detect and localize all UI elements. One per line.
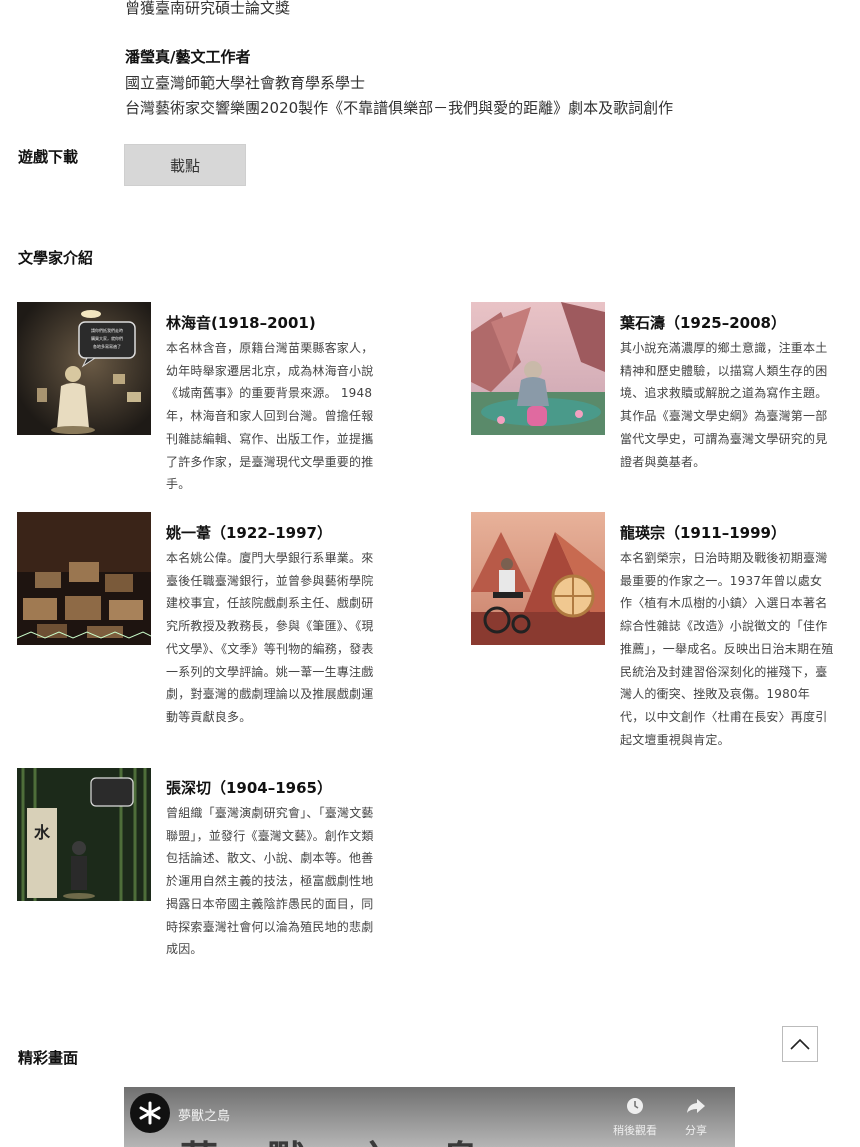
author-description: 本名林含音，原籍台灣苗栗縣客家人，幼年時舉家遷居北京，成為林海音小說《城南舊事》… xyxy=(166,341,374,492)
author-thumb-lin-haiyin: 請你們抵我們走時 購買大家，就你們 各地多寫寫遍了 xyxy=(17,302,151,435)
svg-text:請你們抵我們走時: 請你們抵我們走時 xyxy=(91,327,123,333)
video-title[interactable]: 夢獸之島 xyxy=(178,1105,230,1124)
share-label: 分享 xyxy=(685,1124,707,1137)
author-thumb-yao-yiwei xyxy=(17,512,151,645)
share-icon xyxy=(687,1099,705,1113)
credit-person-line-1: 國立臺灣師範大學社會教育學系學士 xyxy=(125,74,366,92)
video-player[interactable]: 夢獸之島 稍後觀看 分享 夢 獸 之 島 xyxy=(124,1087,735,1147)
channel-logo-icon[interactable] xyxy=(130,1093,170,1133)
download-label: 遊戲下載 xyxy=(18,148,79,166)
back-to-top-button[interactable] xyxy=(782,1026,818,1062)
author-name: 龍瑛宗（1911–1999） xyxy=(620,524,786,542)
author-description: 其小說充滿濃厚的鄉土意識，注重本土精神和歷史體驗，以描寫人類生存的困境、追求救贖… xyxy=(620,341,828,469)
share-button[interactable]: 分享 xyxy=(671,1097,721,1138)
author-thumb-zhang-shenqie: 水 xyxy=(17,768,151,901)
credit-person-name: 潘瑩真/藝文工作者 xyxy=(125,48,251,66)
author-description: 曾組織「臺灣演劇研究會」、「臺灣文藝聯盟」，並發行《臺灣文藝》。創作文類包括論述… xyxy=(166,806,374,957)
author-description: 本名劉榮宗，日治時期及戰後初期臺灣最重要的作家之一。1937年曾以處女作〈植有木… xyxy=(620,551,834,747)
svg-text:水: 水 xyxy=(34,823,51,842)
clock-icon xyxy=(627,1098,643,1114)
author-name: 林海音(1918–2001) xyxy=(166,314,316,332)
author-name: 姚一葦（1922–1997） xyxy=(166,524,332,542)
watch-later-label: 稍後觀看 xyxy=(613,1124,657,1137)
author-thumb-ye-shitao xyxy=(471,302,605,435)
watch-later-button[interactable]: 稍後觀看 xyxy=(610,1097,660,1138)
author-thumb-long-yingzong xyxy=(471,512,605,645)
author-description: 本名姚公偉。廈門大學銀行系畢業。來臺後任職臺灣銀行，並曾參與藝術學院建校事宜，任… xyxy=(166,551,374,724)
author-name: 葉石濤（1925–2008） xyxy=(620,314,786,332)
chevron-up-icon xyxy=(790,1038,810,1050)
svg-text:各地多寫寫遍了: 各地多寫寫遍了 xyxy=(93,343,121,349)
authors-section-title: 文學家介紹 xyxy=(18,249,94,267)
author-name: 張深切（1904–1965） xyxy=(166,779,332,797)
credit-award-line: 曾獲臺南研究碩士論文獎 xyxy=(125,0,291,17)
credit-person-line-2: 台灣藝術家交響樂團2020製作《不靠譜俱樂部－我們與愛的距離》劇本及歌詞創作 xyxy=(125,99,674,117)
download-button[interactable]: 載點 xyxy=(124,144,246,186)
gallery-section-title: 精彩畫面 xyxy=(18,1049,79,1067)
svg-text:購買大家，就你們: 購買大家，就你們 xyxy=(91,335,123,341)
video-banner-text: 夢 獸 之 島 xyxy=(180,1129,498,1147)
